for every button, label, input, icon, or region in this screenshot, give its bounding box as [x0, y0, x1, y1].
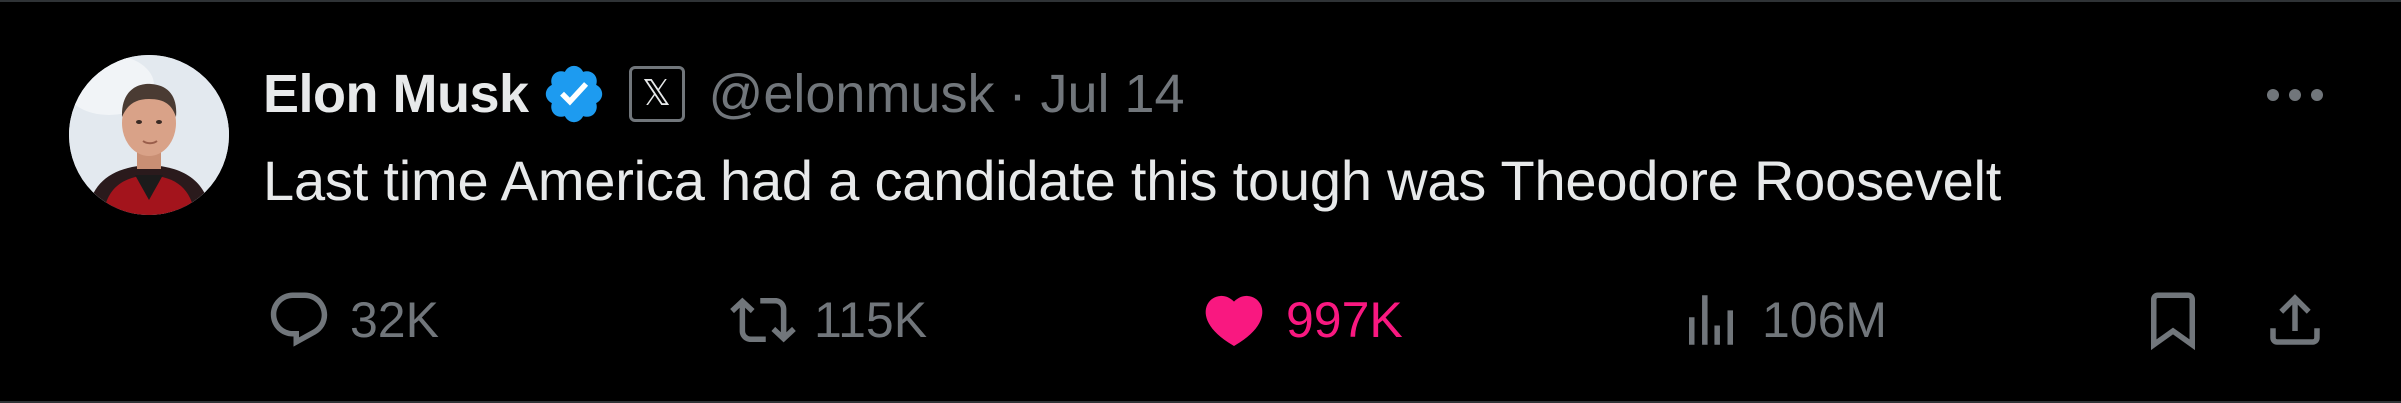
share-button[interactable] [2262, 282, 2328, 358]
analytics-icon [1678, 287, 1744, 353]
tweet-action-bar: 32K 115K 997K 106M [0, 282, 2401, 358]
repost-button[interactable]: 115K [730, 282, 927, 358]
avatar-image [69, 55, 229, 215]
repost-icon [730, 287, 796, 353]
views-count: 106M [1762, 292, 1888, 348]
tweet-header: Elon Musk 𝕏 @elonmusk · Jul 14 [263, 54, 1185, 134]
tweet-card[interactable]: Elon Musk 𝕏 @elonmusk · Jul 14 Last time… [0, 0, 2401, 403]
author-handle[interactable]: @elonmusk [709, 63, 995, 125]
tweet-text: Last time America had a candidate this t… [263, 149, 2002, 212]
separator-dot: · [1008, 64, 1027, 124]
share-icon [2262, 287, 2328, 353]
reply-icon [266, 287, 332, 353]
like-count: 997K [1286, 292, 1403, 348]
reply-button[interactable]: 32K [266, 282, 439, 358]
more-horizontal-icon[interactable] [2262, 70, 2328, 120]
views-button[interactable]: 106M [1678, 282, 1887, 358]
author-display-name[interactable]: Elon Musk [263, 63, 529, 125]
bookmark-button[interactable] [2140, 282, 2206, 358]
repost-count: 115K [814, 292, 928, 348]
verified-badge-icon[interactable] [541, 61, 607, 127]
bookmark-icon [2140, 287, 2206, 353]
heart-filled-icon [1200, 286, 1268, 354]
x-logo-icon[interactable]: 𝕏 [628, 66, 685, 122]
like-button[interactable]: 997K [1200, 282, 1403, 358]
reply-count: 32K [350, 292, 439, 348]
avatar[interactable] [69, 55, 229, 215]
tweet-timestamp[interactable]: Jul 14 [1040, 63, 1184, 125]
